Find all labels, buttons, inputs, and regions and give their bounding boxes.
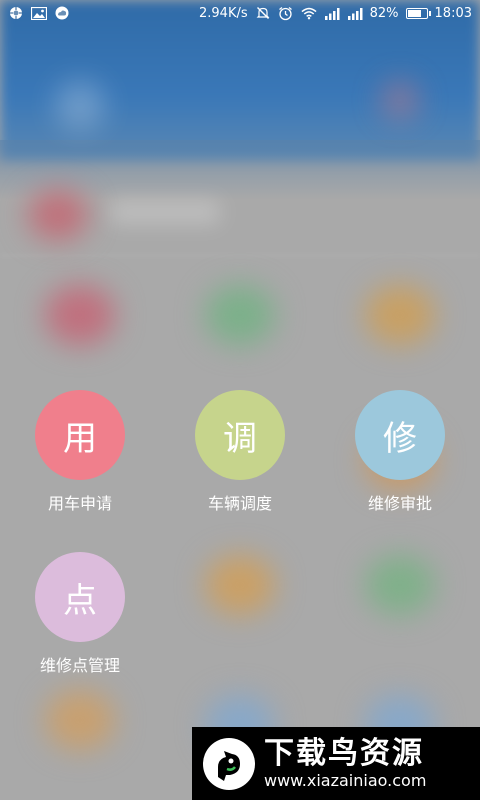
clock-time: 18:03 (434, 5, 472, 21)
repair-shop-management-label: 维修点管理 (39, 656, 120, 675)
image-icon (31, 5, 47, 21)
watermark-title: 下载鸟资源 (264, 735, 424, 771)
repair-approval-label: 维修审批 (367, 494, 432, 513)
blurred-grid-icon (205, 555, 275, 615)
signal-icon (347, 5, 363, 21)
sync-icon (8, 5, 24, 21)
blurred-grid-icon (45, 690, 115, 750)
watermark-text: 下载鸟资源 www.xiazainiao.com (264, 735, 427, 791)
blurred-header-icon (380, 80, 420, 120)
blurred-grid-icon (365, 555, 435, 615)
vehicle-request-circle[interactable]: 用 (35, 390, 125, 480)
alarm-icon (278, 5, 294, 21)
blurred-notice-icon (28, 190, 88, 240)
blurred-grid-icon (205, 285, 275, 345)
blurred-header-icon (55, 80, 105, 130)
battery-fill (407, 9, 421, 17)
repair-shop-management-circle[interactable]: 点 (35, 552, 125, 642)
repair-approval-circle[interactable]: 修 (355, 390, 445, 480)
vehicle-dispatch-label: 车辆调度 (207, 494, 272, 513)
battery-icon (405, 7, 431, 19)
signal-icon (324, 5, 340, 21)
watermark-url: www.xiazainiao.com (264, 770, 427, 790)
battery-percent: 82% (369, 5, 399, 21)
status-right-icons: 2.94K/s 82% 18:03 (199, 5, 472, 21)
bird-logo-icon (202, 737, 256, 791)
menu-item-vehicle-request[interactable]: 用 用车申请 (10, 390, 150, 514)
cloud-icon (54, 5, 70, 21)
vehicle-dispatch-circle[interactable]: 调 (195, 390, 285, 480)
network-speed: 2.94K/s (199, 5, 248, 21)
status-bar: 2.94K/s 82% 18:03 (0, 0, 480, 26)
blurred-divider (0, 255, 480, 256)
wifi-icon (301, 5, 317, 21)
menu-item-repair-approval[interactable]: 修 维修审批 (330, 390, 470, 514)
blurred-grid-icon (365, 285, 435, 345)
watermark-banner: 下载鸟资源 www.xiazainiao.com (192, 727, 480, 800)
blurred-grid-icon (45, 285, 115, 345)
status-left-icons (8, 5, 70, 21)
mute-icon (255, 5, 271, 21)
menu-item-repair-shop-management[interactable]: 点 维修点管理 (10, 552, 150, 676)
blurred-notice-text (110, 200, 220, 224)
vehicle-request-label: 用车申请 (47, 494, 112, 513)
blurred-header-fade (0, 140, 480, 200)
menu-item-vehicle-dispatch[interactable]: 调 车辆调度 (170, 390, 310, 514)
